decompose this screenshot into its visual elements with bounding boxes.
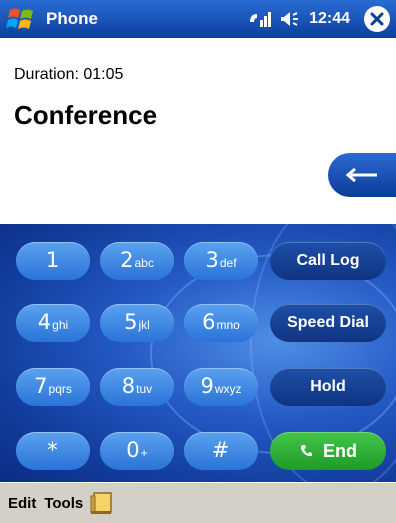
key-letters: pqrs [48, 382, 72, 396]
key-digit: * [47, 438, 58, 462]
close-button[interactable] [364, 6, 390, 32]
hold-button[interactable]: Hold [270, 368, 386, 406]
key-letters: abc [134, 256, 154, 270]
key-hash[interactable]: # [184, 432, 258, 470]
left-arrow-icon [345, 167, 377, 183]
phone-handset-icon [299, 443, 315, 459]
key-digit: 0 [126, 438, 140, 462]
phone-signal-icon[interactable] [247, 8, 273, 30]
title-bar: Phone 12:44 [0, 0, 396, 38]
key-digit: 7 [34, 374, 48, 398]
key-letters: tuv [136, 382, 153, 396]
system-tray: 12:44 [247, 0, 396, 38]
windows-flag-icon [6, 8, 33, 29]
clock[interactable]: 12:44 [309, 10, 350, 28]
key-8[interactable]: 8 tuv [100, 368, 174, 406]
key-digit: # [211, 438, 230, 462]
key-5[interactable]: 5 jkl [100, 304, 174, 342]
app-title: Phone [46, 9, 98, 28]
key-2[interactable]: 2 abc [100, 242, 174, 280]
keyboard-input-icon [90, 492, 112, 514]
key-star[interactable]: * [16, 432, 90, 470]
key-6[interactable]: 6 mno [184, 304, 258, 342]
input-panel-button[interactable] [89, 491, 115, 515]
end-call-label: End [323, 440, 357, 461]
edit-menu[interactable]: Edit [8, 495, 36, 512]
speed-dial-button[interactable]: Speed Dial [270, 304, 386, 342]
key-letters: mno [216, 318, 240, 332]
key-digit: 2 [120, 248, 134, 272]
key-digit: 5 [124, 310, 138, 334]
key-1[interactable]: 1 [16, 242, 90, 280]
key-letters: jkl [138, 318, 150, 332]
key-9[interactable]: 9 wxyz [184, 368, 258, 406]
key-digit: 1 [45, 248, 60, 272]
menu-bar: Edit Tools [0, 482, 396, 523]
key-4[interactable]: 4 ghi [16, 304, 90, 342]
key-letters: def [219, 256, 237, 270]
end-call-button[interactable]: End [270, 432, 386, 470]
call-log-button[interactable]: Call Log [270, 242, 386, 280]
key-digit: 9 [200, 374, 214, 398]
backspace-button[interactable] [328, 153, 396, 197]
call-duration: Duration: 01:05 [14, 66, 124, 83]
key-letters: wxyz [214, 382, 242, 396]
key-letters: + [140, 446, 148, 460]
dial-keypad: 1 2 abc 3 def Call Log 4 ghi 5 jkl 6 mno Spee… [0, 224, 396, 482]
start-button[interactable] [0, 0, 44, 38]
key-letters: ghi [52, 318, 69, 332]
tools-menu[interactable]: Tools [44, 495, 83, 512]
speaker-icon[interactable] [279, 8, 303, 30]
key-7[interactable]: 7 pqrs [16, 368, 90, 406]
key-digit: 8 [121, 374, 136, 398]
close-icon [370, 12, 384, 26]
key-0[interactable]: 0 + [100, 432, 174, 470]
key-digit: 6 [202, 310, 216, 334]
key-digit: 4 [37, 310, 52, 334]
key-3[interactable]: 3 def [184, 242, 258, 280]
call-status: Conference [14, 100, 158, 130]
key-digit: 3 [205, 248, 219, 272]
